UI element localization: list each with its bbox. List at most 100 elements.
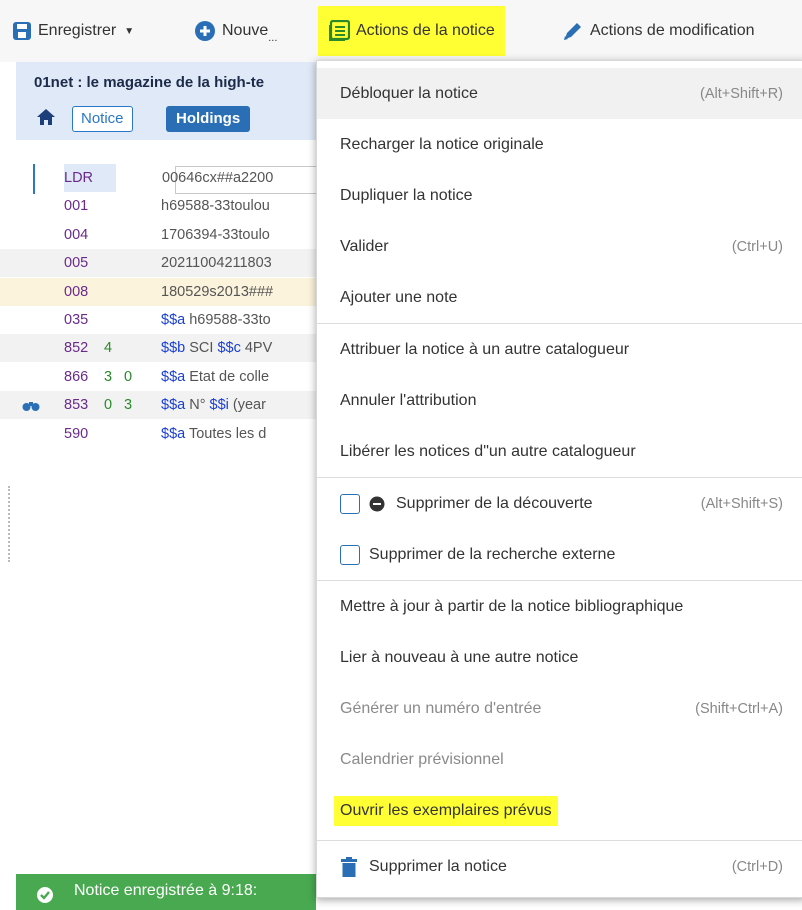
subfield-value: 20211004211803 <box>161 255 272 272</box>
subfield-value: 00646cx##a2200 <box>162 170 274 186</box>
menu-item-label: Lier à nouveau à une autre notice <box>340 648 579 666</box>
menu-item-label: Libérer les notices d"un autre catalogue… <box>340 442 636 460</box>
home-icon[interactable] <box>36 108 56 126</box>
menu-item-update-from-bib[interactable]: Mettre à jour à partir de la notice bibl… <box>317 581 802 632</box>
subfield-value: (year <box>228 397 266 414</box>
menu-item-prediction-calendar: Calendrier prévisionnel <box>317 734 802 785</box>
marc-field-row[interactable]: 004 1706394-33toulo <box>0 221 316 249</box>
marc-indicator-1: 3 <box>104 368 113 385</box>
marc-field-row[interactable]: 008 180529s2013### <box>0 277 316 306</box>
subfield-code: $$a <box>161 397 186 414</box>
new-button-label: Nouve <box>222 22 269 39</box>
marc-field-value[interactable]: $$a N° $$i (year <box>161 391 266 419</box>
panel-resize-handle[interactable] <box>8 486 12 562</box>
menu-item-delete-record[interactable]: Supprimer la notice (Ctrl+D) <box>317 841 802 892</box>
binoculars-icon[interactable] <box>22 391 40 419</box>
edit-actions-button[interactable]: Actions de modification <box>562 14 755 48</box>
menu-item-label: Attribuer la notice à un autre catalogue… <box>340 340 630 358</box>
menu-item-suppress-external-search[interactable]: Supprimer de la recherche externe <box>317 529 802 580</box>
subfield-code: $$c <box>217 340 241 357</box>
menu-item-duplicate-record[interactable]: Dupliquer la notice <box>317 170 802 221</box>
menu-item-label: Supprimer de la recherche externe <box>369 545 616 563</box>
record-list-icon <box>329 20 350 41</box>
marc-tag: 852 <box>64 340 89 357</box>
marc-field-value[interactable]: 00646cx##a2200 <box>162 164 273 192</box>
menu-item-reload-original[interactable]: Recharger la notice originale <box>317 119 802 170</box>
chevron-down-icon[interactable]: ▼ <box>124 26 134 37</box>
menu-item-validate[interactable]: Valider (Ctrl+U) <box>317 221 802 272</box>
subfield-code: $$a <box>161 312 186 328</box>
marc-indicator-1: 4 <box>104 340 113 357</box>
menu-item-cancel-assignment[interactable]: Annuler l'attribution <box>317 375 802 426</box>
record-actions-button[interactable]: Actions de la notice <box>318 6 505 56</box>
menu-item-relink-record[interactable]: Lier à nouveau à une autre notice <box>317 632 802 683</box>
subfield-value: h69588-33toulou <box>161 198 270 215</box>
menu-item-release-records[interactable]: Libérer les notices d"un autre catalogue… <box>317 426 802 477</box>
marc-field-row[interactable]: 866 3 0 $$a Etat de colle <box>0 363 316 391</box>
marc-indicator-1: 0 <box>104 397 113 414</box>
menu-item-open-predicted-items[interactable]: Ouvrir les exemplaires prévus <box>317 785 802 836</box>
save-button-label: Enregistrer <box>38 22 117 39</box>
marc-field-row[interactable]: 035 $$a h69588-33to <box>0 306 316 334</box>
tab-notice[interactable]: Notice <box>72 106 133 132</box>
status-bar: Notice enregistrée à 9:18: <box>16 874 316 910</box>
marc-field-row[interactable]: 852 4 $$b SCI $$c 4PV <box>0 334 316 363</box>
marc-field-row[interactable]: LDR 00646cx##a2200 <box>0 164 316 192</box>
menu-item-shortcut: (Alt+Shift+R) <box>700 85 783 102</box>
record-title: 01net : le magazine de la high-te <box>34 74 265 91</box>
menu-item-label: Supprimer la notice <box>369 857 507 875</box>
marc-field-value[interactable]: 180529s2013### <box>161 278 273 306</box>
marc-tag: 853 <box>64 397 89 414</box>
marc-field-value[interactable]: 1706394-33toulo <box>161 221 270 249</box>
menu-item-label: Dupliquer la notice <box>340 186 473 204</box>
menu-item-suppress-discovery[interactable]: Supprimer de la découverte (Alt+Shift+S) <box>317 478 802 529</box>
subfield-value: 180529s2013### <box>161 283 274 300</box>
menu-item-label: Annuler l'attribution <box>340 391 477 409</box>
subfield-code: $$a <box>161 425 186 442</box>
new-button[interactable]: Nouve ... <box>194 14 277 48</box>
marc-tag: 005 <box>64 255 89 272</box>
menu-item-label: Recharger la notice originale <box>340 135 544 153</box>
menu-item-label: Mettre à jour à partir de la notice bibl… <box>340 597 684 615</box>
tab-holdings[interactable]: Holdings <box>166 106 251 132</box>
plus-circle-icon <box>195 21 215 41</box>
suppress-discovery-checkbox[interactable] <box>340 493 360 514</box>
subfield-code: $$a <box>161 368 186 385</box>
marc-tag: 004 <box>64 226 89 243</box>
menu-item-label: Ajouter une note <box>340 288 458 306</box>
menu-item-shortcut: (Shift+Ctrl+A) <box>695 700 783 717</box>
trash-icon <box>341 856 357 877</box>
marc-tag: 590 <box>64 425 89 442</box>
suppress-external-search-checkbox[interactable] <box>340 544 360 565</box>
menu-item-label: Générer un numéro d'entrée <box>340 699 542 717</box>
marc-field-value[interactable]: $$a h69588-33to <box>161 306 271 334</box>
subfield-value: Etat de colle <box>185 368 270 385</box>
edit-actions-label: Actions de modification <box>590 22 755 39</box>
marc-field-row[interactable]: 001 h69588-33toulou <box>0 192 316 220</box>
toolbar: Enregistrer ▼ Nouve ... Actions de la no… <box>0 0 802 62</box>
menu-item-shortcut: (Ctrl+U) <box>731 238 783 255</box>
marc-field-row[interactable]: 590 $$a Toutes les d <box>0 420 316 448</box>
menu-item-add-note[interactable]: Ajouter une note <box>317 272 802 323</box>
marc-field-value[interactable]: 20211004211803 <box>161 249 272 277</box>
menu-item-label: Ouvrir les exemplaires prévus <box>334 795 558 826</box>
marc-field-value[interactable]: $$b SCI $$c 4PV <box>161 334 272 362</box>
subfield-value: 1706394-33toulo <box>161 226 270 243</box>
subfield-code: $$i <box>209 397 229 414</box>
marc-field-value[interactable]: $$a Etat de colle <box>161 363 269 391</box>
marc-field-value[interactable]: $$a Toutes les d <box>161 420 266 448</box>
menu-item-assign-record[interactable]: Attribuer la notice à un autre catalogue… <box>317 324 802 375</box>
marc-tag: 008 <box>64 283 89 300</box>
marc-field-row[interactable]: 853 0 3 $$a N° $$i (year <box>0 391 316 420</box>
menu-item-unlock-record[interactable]: Débloquer la notice (Alt+Shift+R) <box>317 68 802 119</box>
save-button[interactable]: Enregistrer ▼ <box>12 14 134 48</box>
marc-indicator-2: 3 <box>124 397 133 414</box>
record-actions-label: Actions de la notice <box>356 22 495 39</box>
subfield-value: Toutes les d <box>185 425 267 442</box>
subfield-value: h69588-33to <box>185 312 271 328</box>
menu-item-shortcut: (Alt+Shift+S) <box>700 495 783 512</box>
marc-field-value[interactable]: h69588-33toulou <box>161 192 270 220</box>
floppy-disk-icon <box>13 22 31 40</box>
marc-field-row[interactable]: 005 20211004211803 <box>0 249 316 278</box>
menu-item-label: Supprimer de la découverte <box>396 494 593 512</box>
